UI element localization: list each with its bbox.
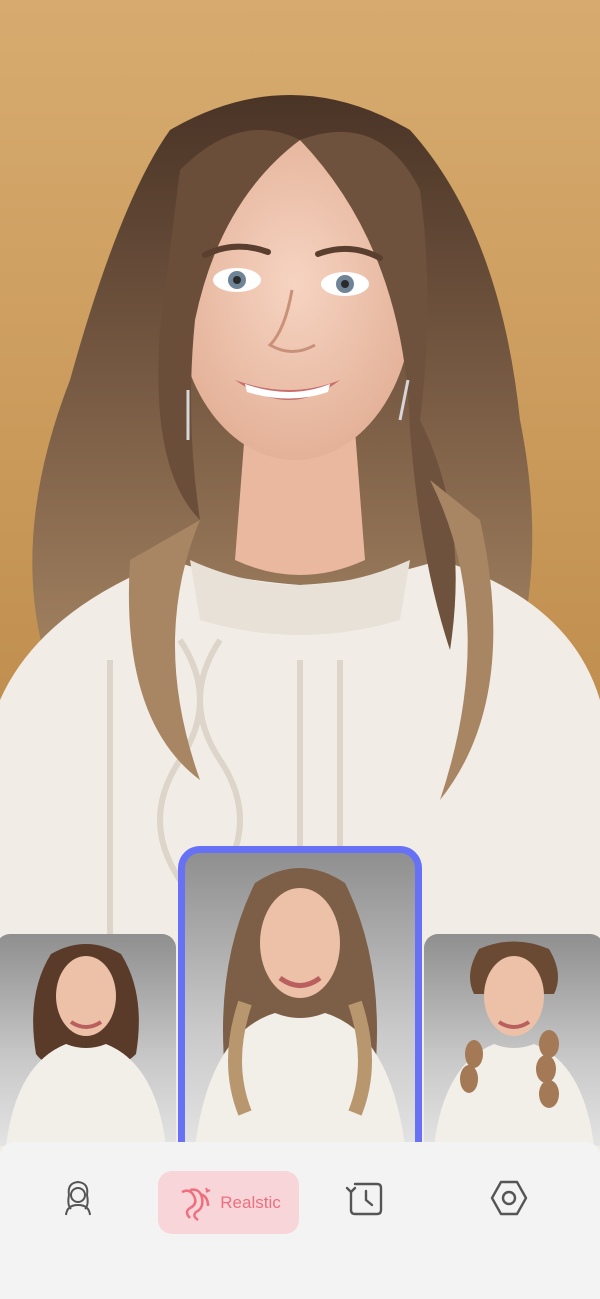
portrait-icon: [65, 1180, 91, 1216]
nav-settings-button[interactable]: [487, 1176, 531, 1220]
portrait-curly-thumbnail: [6, 944, 166, 1146]
portrait-realistic-thumbnail: [195, 868, 405, 1146]
bottom-nav: Realstic: [0, 1142, 600, 1299]
style-carousel: [0, 846, 600, 1146]
style-thumbnail-realistic[interactable]: [178, 846, 422, 1146]
nav-history-button[interactable]: [343, 1176, 387, 1220]
hair-style-icon: [181, 1187, 211, 1221]
style-thumbnail-braid[interactable]: [424, 934, 600, 1146]
style-thumbnail-curly[interactable]: [0, 934, 176, 1146]
nav-portrait-button[interactable]: [56, 1176, 100, 1220]
history-icon: [345, 1182, 383, 1216]
nav-realistic-label: Realstic: [220, 1192, 281, 1212]
settings-icon: [490, 1180, 528, 1216]
nav-realistic-button[interactable]: Realstic: [158, 1171, 299, 1234]
portrait-braid-thumbnail: [434, 941, 594, 1146]
